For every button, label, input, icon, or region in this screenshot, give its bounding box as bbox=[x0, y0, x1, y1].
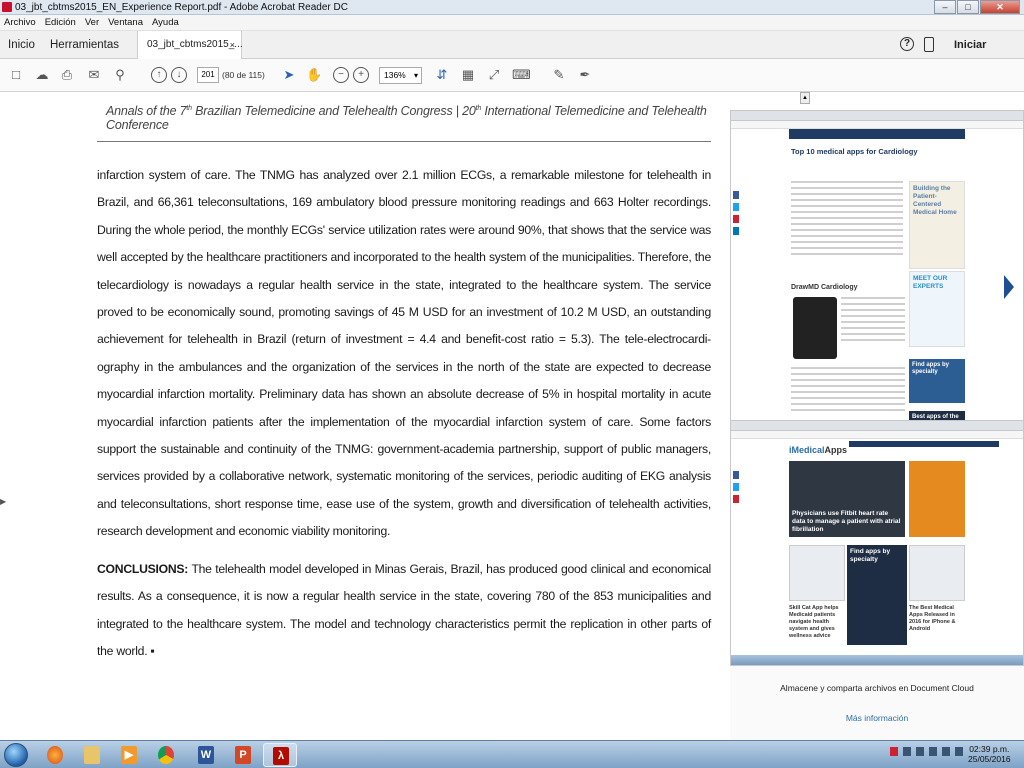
screenshot-top: Top 10 medical apps for Cardiology DrawM… bbox=[730, 110, 1024, 422]
tab-home[interactable]: Inicio bbox=[8, 31, 35, 59]
media-player-icon: ▶ bbox=[121, 746, 137, 764]
powerpoint-icon: P bbox=[235, 746, 251, 764]
minimize-button[interactable]: – bbox=[934, 0, 956, 14]
cloud-promo-text: Almacene y comparta archivos en Document… bbox=[780, 683, 974, 693]
conclusions-text: The telehealth model developed in Minas … bbox=[97, 562, 711, 659]
acrobat-icon bbox=[2, 2, 12, 12]
acrobat-taskbar-button[interactable]: λ bbox=[263, 743, 297, 767]
upload-cloud-icon[interactable]: ☁ bbox=[34, 67, 50, 83]
menu-archivo[interactable]: Archivo bbox=[4, 17, 36, 28]
tray-icon-2[interactable] bbox=[903, 747, 911, 756]
explorer-taskbar-button[interactable] bbox=[75, 743, 109, 767]
more-info-link[interactable]: Más información bbox=[730, 713, 1024, 723]
featured-headline: Physicians use Fitbit heart rate data to… bbox=[792, 510, 901, 533]
acrobat-reader-icon: λ bbox=[273, 747, 289, 765]
battery-icon[interactable] bbox=[942, 747, 950, 756]
left-panel-toggle-icon[interactable]: ▶ bbox=[0, 497, 6, 506]
imedicalapps-logo: iMedicalApps bbox=[789, 445, 848, 455]
fit-page-icon[interactable]: ▦ bbox=[460, 67, 476, 83]
email-icon[interactable]: ✉ bbox=[86, 67, 102, 83]
word-taskbar-button[interactable]: W bbox=[189, 743, 223, 767]
system-tray bbox=[890, 747, 963, 756]
help-icon[interactable]: ? bbox=[900, 37, 914, 51]
header-rule bbox=[97, 141, 711, 142]
window-title-bar: 03_jbt_cbtms2015_EN_Experience Report.pd… bbox=[0, 0, 1024, 15]
close-window-button[interactable]: ✕ bbox=[980, 0, 1020, 14]
ad-find-apps: Find apps by specialty bbox=[912, 362, 950, 375]
conclusions-paragraph: CONCLUSIONS: The telehealth model develo… bbox=[97, 556, 711, 666]
comment-icon[interactable]: ✎ bbox=[551, 67, 567, 83]
taskbar: ▶ W P λ 02:39 p.m. 25/05/2016 bbox=[0, 740, 1024, 768]
conclusions-label: CONCLUSIONS: bbox=[97, 562, 189, 576]
next-figure-arrow-icon[interactable] bbox=[1004, 275, 1014, 299]
tab-tools[interactable]: Herramientas bbox=[50, 31, 119, 59]
caption-best-apps: The Best Medical Apps Released in 2016 f… bbox=[909, 605, 956, 632]
menu-ayuda[interactable]: Ayuda bbox=[152, 17, 179, 28]
specialty-finder: Find apps by specialty bbox=[850, 548, 891, 563]
flag-icon[interactable] bbox=[916, 747, 924, 756]
tab-document[interactable]: 03_jbt_cbtms2015_... × bbox=[137, 31, 243, 59]
scroll-mode-icon[interactable]: ⇵ bbox=[434, 67, 450, 83]
document-cloud-panel: Almacene y comparta archivos en Document… bbox=[730, 666, 1024, 740]
tab-document-label: 03_jbt_cbtms2015_... bbox=[147, 39, 243, 50]
ad-medical-home: Building the Patient-Centered Medical Ho… bbox=[913, 185, 957, 216]
firefox-icon bbox=[47, 746, 63, 764]
chrome-icon bbox=[158, 746, 174, 764]
network-icon[interactable] bbox=[929, 747, 937, 756]
next-page-icon[interactable]: ↓ bbox=[171, 67, 187, 83]
powerpoint-taskbar-button[interactable]: P bbox=[226, 743, 260, 767]
zoom-select[interactable]: 136% bbox=[379, 67, 422, 84]
menu-bar: Archivo Edición Ver Ventana Ayuda bbox=[0, 15, 1024, 31]
body-paragraph: infarction system of care. The TNMG has … bbox=[97, 168, 711, 539]
window-controls: – □ ✕ bbox=[934, 0, 1020, 14]
chrome-taskbar-button[interactable] bbox=[149, 743, 183, 767]
close-tab-icon[interactable]: × bbox=[230, 31, 235, 59]
figure-screenshots: Top 10 medical apps for Cardiology DrawM… bbox=[730, 110, 1024, 666]
ad-experts: MEET OUR EXPERTS bbox=[913, 275, 948, 290]
caption-skill-cat: Skill Cat App helps Medicaid patients na… bbox=[789, 605, 839, 639]
running-header: Annals of the 7th Brazilian Telemedicine… bbox=[106, 104, 707, 132]
menu-ventana[interactable]: Ventana bbox=[108, 17, 143, 28]
start-button[interactable] bbox=[4, 743, 28, 767]
previous-page-icon[interactable]: ↑ bbox=[151, 67, 167, 83]
menu-ver[interactable]: Ver bbox=[85, 17, 99, 28]
mobile-link-icon[interactable] bbox=[924, 37, 934, 52]
firefox-taskbar-button[interactable] bbox=[38, 743, 72, 767]
page-count-label: (80 de 115) bbox=[222, 70, 265, 80]
menu-edicion[interactable]: Edición bbox=[45, 17, 76, 28]
clock-date: 25/05/2016 bbox=[968, 754, 1011, 764]
save-icon[interactable]: □ bbox=[8, 67, 24, 83]
search-icon[interactable]: ⚲ bbox=[112, 67, 128, 83]
word-icon: W bbox=[198, 746, 214, 764]
page-number-input[interactable]: 201 bbox=[197, 67, 219, 83]
keyboard-icon[interactable]: ⌨ bbox=[512, 67, 531, 83]
clock-time: 02:39 p.m. bbox=[969, 744, 1010, 754]
screenshot-bottom: iMedicalApps Physicians use Fitbit heart… bbox=[730, 420, 1024, 666]
media-player-taskbar-button[interactable]: ▶ bbox=[112, 743, 146, 767]
select-cursor-icon[interactable]: ➤ bbox=[281, 67, 297, 83]
volume-icon[interactable] bbox=[955, 747, 963, 756]
window-title: 03_jbt_cbtms2015_EN_Experience Report.pd… bbox=[15, 1, 348, 13]
section-subhead: DrawMD Cardiology bbox=[791, 284, 858, 291]
folder-icon bbox=[84, 746, 100, 764]
zoom-out-icon[interactable]: − bbox=[333, 67, 349, 83]
hand-tool-icon[interactable]: ✋ bbox=[306, 67, 322, 83]
article-title: Top 10 medical apps for Cardiology bbox=[791, 147, 918, 156]
print-icon[interactable]: ⎙ bbox=[59, 67, 75, 83]
sign-pen-icon[interactable]: ✒ bbox=[577, 67, 593, 83]
document-page: ▶ Annals of the 7th Brazilian Telemedici… bbox=[0, 92, 730, 740]
system-clock[interactable]: 02:39 p.m. 25/05/2016 bbox=[968, 744, 1011, 764]
zoom-in-icon[interactable]: + bbox=[353, 67, 369, 83]
tab-row: Inicio Herramientas 03_jbt_cbtms2015_...… bbox=[0, 31, 1024, 79]
panel-collapse-icon[interactable]: ▲ bbox=[800, 92, 810, 104]
toolbar: □ ☁ ⎙ ✉ ⚲ ↑ ↓ 201 (80 de 115) ➤ ✋ − + 13… bbox=[0, 59, 1024, 92]
maximize-button[interactable]: □ bbox=[957, 0, 979, 14]
fullscreen-icon[interactable]: ⤢ bbox=[486, 67, 502, 83]
tray-icon-1[interactable] bbox=[890, 747, 898, 756]
